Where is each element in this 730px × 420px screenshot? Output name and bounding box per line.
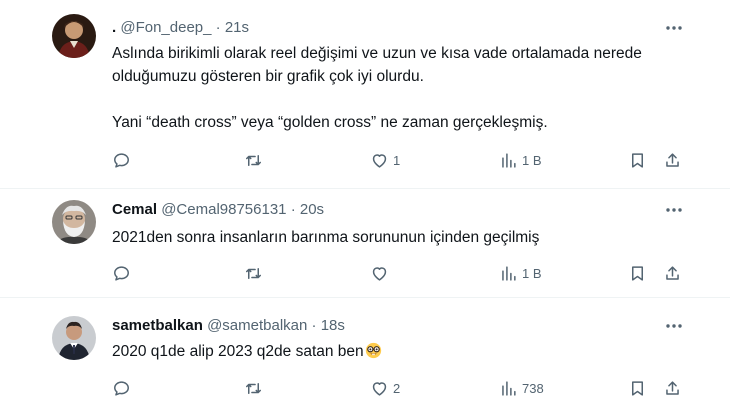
like-icon — [372, 153, 387, 168]
views-icon — [502, 152, 516, 168]
reply-button[interactable] — [112, 261, 135, 285]
tweet-text: 2020 q1de alip 2023 q2de satan ben — [112, 340, 692, 363]
share-button[interactable] — [663, 376, 682, 400]
share-icon — [666, 265, 679, 280]
nerd-face-emoji-icon — [365, 342, 381, 359]
reply-button[interactable] — [112, 376, 135, 400]
more-icon[interactable] — [664, 316, 684, 336]
share-icon — [666, 152, 679, 167]
bookmark-button[interactable] — [628, 261, 647, 285]
reply-icon — [114, 265, 129, 281]
reply-icon — [114, 152, 129, 168]
views-icon — [502, 380, 516, 396]
tweet-text: 2021den sonra insanların barınma sorunun… — [112, 226, 692, 249]
retweet-button[interactable] — [244, 261, 267, 285]
tweet-actions: 1 B — [0, 261, 730, 285]
retweet-icon — [246, 154, 261, 166]
retweet-button[interactable] — [244, 148, 267, 172]
bookmark-icon — [631, 380, 644, 396]
views-icon — [502, 265, 516, 281]
view-count: 1 B — [522, 265, 542, 281]
user-handle[interactable]: @Cemal98756131 — [161, 201, 286, 218]
like-count: 1 — [393, 152, 401, 168]
retweet-button[interactable] — [244, 376, 267, 400]
more-icon[interactable] — [664, 200, 684, 220]
avatar[interactable] — [52, 316, 96, 360]
separator: · — [290, 201, 296, 218]
reply-button[interactable] — [112, 148, 135, 172]
tweet-header: Cemal @Cemal98756131 · 20s — [112, 200, 324, 220]
reply-icon — [114, 380, 129, 396]
timestamp[interactable]: 21s — [225, 19, 249, 36]
tweet-paragraph: 2021den sonra insanların barınma sorunun… — [112, 229, 540, 246]
like-button[interactable] — [370, 261, 393, 285]
views-button[interactable]: 1 B — [499, 148, 542, 172]
user-handle[interactable]: @sametbalkan — [207, 317, 307, 334]
display-name[interactable]: . — [112, 19, 116, 36]
tweet-2[interactable]: Cemal @Cemal98756131 · 20s 2021den sonra… — [0, 189, 730, 296]
timestamp[interactable]: 20s — [300, 201, 324, 218]
tweet-paragraph: Yani “death cross” veya “golden cross” n… — [112, 114, 548, 131]
timestamp[interactable]: 18s — [321, 317, 345, 334]
tweet-text: Aslında birikimli olarak reel değişimi v… — [112, 42, 692, 134]
tweet-1[interactable]: . @Fon_deep_ · 21s Aslında birikimli ola… — [0, 0, 730, 188]
share-button[interactable] — [663, 148, 682, 172]
view-count: 1 B — [522, 152, 542, 168]
bearded-man-avatar-icon — [52, 200, 96, 244]
more-icon[interactable] — [664, 18, 684, 38]
retweet-icon — [246, 267, 261, 279]
display-name[interactable]: sametbalkan — [112, 317, 203, 334]
share-icon — [666, 380, 679, 395]
bookmark-button[interactable] — [628, 148, 647, 172]
portrait-avatar-icon — [52, 14, 96, 58]
suited-man-avatar-icon — [52, 316, 96, 360]
retweet-icon — [246, 382, 261, 394]
bookmark-button[interactable] — [628, 376, 647, 400]
tweet-paragraph: 2020 q1de alip 2023 q2de satan ben — [112, 340, 692, 363]
views-button[interactable]: 738 — [499, 376, 544, 400]
share-button[interactable] — [663, 261, 682, 285]
tweet-text-content: 2020 q1de alip 2023 q2de satan ben — [112, 343, 364, 360]
tweet-paragraph: Aslında birikimli olarak reel değişimi v… — [112, 45, 642, 85]
tweet-header: sametbalkan @sametbalkan · 18s — [112, 316, 345, 336]
tweet-3[interactable]: sametbalkan @sametbalkan · 18s 2020 q1de… — [0, 298, 730, 420]
tweet-actions: 2 738 — [0, 376, 730, 400]
display-name[interactable]: Cemal — [112, 201, 157, 218]
like-count: 2 — [393, 380, 401, 396]
view-count: 738 — [522, 380, 544, 396]
like-button[interactable]: 2 — [370, 376, 400, 400]
like-icon — [372, 381, 387, 396]
views-button[interactable]: 1 B — [499, 261, 542, 285]
user-handle[interactable]: @Fon_deep_ — [120, 19, 211, 36]
tweet-header: . @Fon_deep_ · 21s — [112, 18, 249, 38]
separator: · — [215, 19, 221, 36]
separator: · — [311, 317, 317, 334]
avatar[interactable] — [52, 14, 96, 58]
avatar[interactable] — [52, 200, 96, 244]
bookmark-icon — [631, 265, 644, 281]
like-button[interactable]: 1 — [370, 148, 400, 172]
like-icon — [372, 266, 387, 281]
bookmark-icon — [631, 152, 644, 168]
tweet-actions: 1 1 B — [0, 148, 730, 172]
